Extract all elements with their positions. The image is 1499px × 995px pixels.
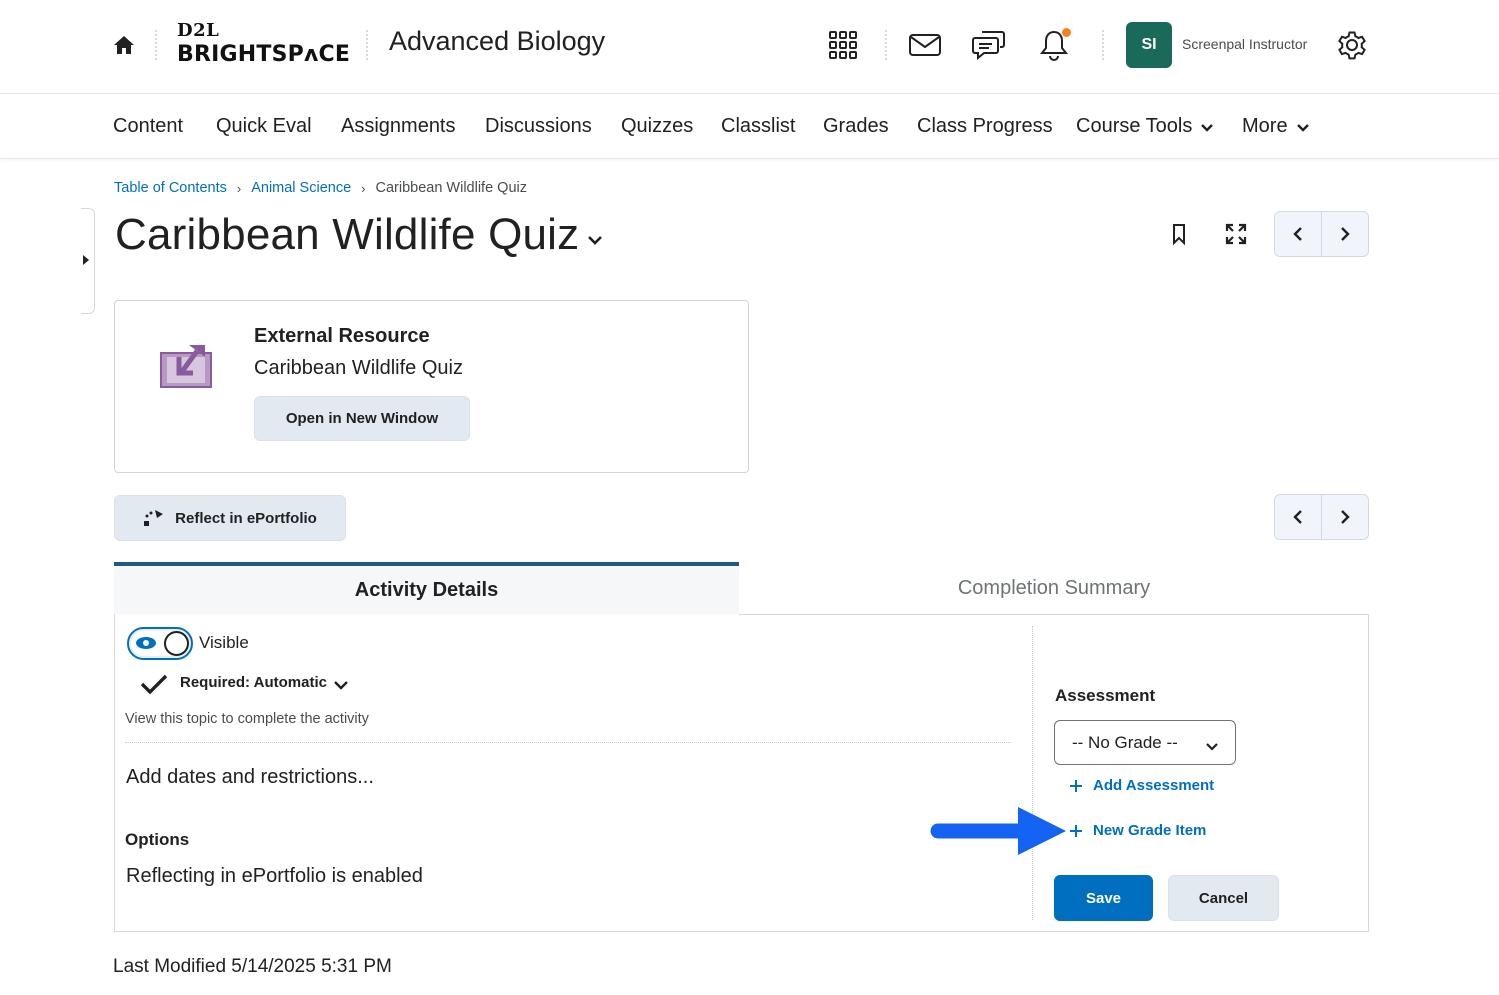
chat-icon[interactable] — [971, 27, 1007, 63]
tab-completion-summary[interactable]: Completion Summary — [739, 562, 1369, 614]
nav-quizzes[interactable]: Quizzes — [621, 115, 693, 138]
notification-dot — [1061, 27, 1072, 38]
panel-divider — [1032, 626, 1033, 920]
nav-assignments[interactable]: Assignments — [341, 115, 456, 138]
course-navbar: Content Quick Eval Assignments Discussio… — [0, 95, 1499, 159]
logo-d2l: D2L — [177, 20, 220, 41]
nav-label: Quick Eval — [216, 115, 312, 137]
header-divider — [1102, 30, 1104, 60]
visibility-label: Visible — [199, 633, 249, 652]
resource-name: Caribbean Wildlife Quiz — [254, 357, 463, 379]
nav-label: Classlist — [721, 115, 796, 137]
chevron-right-icon — [1341, 227, 1350, 241]
chevron-right-icon — [1341, 510, 1350, 524]
reflect-label: Reflect in ePortfolio — [175, 509, 317, 527]
section-divider — [125, 742, 1011, 743]
nav-label: Quizzes — [621, 115, 694, 137]
nav-quick-eval[interactable]: Quick Eval — [216, 115, 312, 138]
header-divider — [366, 30, 368, 60]
title-chevron-down-icon[interactable] — [586, 233, 604, 251]
last-modified: Last Modified 5/14/2025 5:31 PM — [113, 956, 392, 977]
user-name[interactable]: Screenpal Instructor — [1182, 36, 1307, 52]
annotation-arrow-icon — [928, 806, 1068, 861]
next-topic-button[interactable] — [1321, 495, 1368, 539]
chevron-left-icon — [1293, 510, 1302, 524]
app-grid-icon[interactable] — [825, 27, 861, 63]
tab-activity-details[interactable]: Activity Details — [114, 562, 739, 614]
external-resource-icon — [159, 343, 213, 394]
gear-icon[interactable] — [1334, 27, 1370, 63]
chevron-down-icon[interactable] — [332, 678, 350, 696]
bookmark-icon[interactable] — [1168, 222, 1190, 251]
eye-icon — [135, 636, 157, 655]
plus-icon — [1069, 824, 1083, 838]
nav-grades[interactable]: Grades — [823, 115, 889, 138]
new-grade-item-button[interactable]: New Grade Item — [1069, 822, 1206, 839]
previous-topic-button[interactable] — [1275, 212, 1321, 256]
toggle-knob — [164, 631, 189, 656]
top-header: D2L BRIGHTSPʌCE Advanced Biology SI Scre… — [0, 0, 1499, 94]
completion-requirement[interactable]: Required: Automatic — [180, 674, 327, 691]
breadcrumb-separator: › — [236, 180, 242, 196]
assessment-heading: Assessment — [1055, 686, 1156, 705]
nav-label: Class Progress — [917, 115, 1053, 137]
topic-pager-top — [1274, 211, 1369, 257]
resource-type: External Resource — [254, 325, 430, 347]
add-assessment-button[interactable]: Add Assessment — [1069, 777, 1214, 794]
nav-label: Course Tools — [1076, 115, 1193, 137]
new-grade-item-label: New Grade Item — [1093, 822, 1207, 839]
brightspace-logo[interactable]: D2L BRIGHTSPʌCE — [177, 20, 350, 68]
nav-more[interactable]: More — [1242, 115, 1310, 138]
nav-label: Grades — [823, 115, 889, 137]
open-in-new-window-button[interactable]: Open in New Window — [254, 396, 470, 441]
checkmark-icon — [140, 673, 168, 700]
previous-topic-button[interactable] — [1275, 495, 1321, 539]
plus-icon — [1069, 779, 1083, 793]
breadcrumb-separator: › — [361, 180, 366, 196]
nav-label: Discussions — [485, 115, 592, 137]
header-divider — [155, 30, 157, 60]
visibility-toggle[interactable] — [127, 627, 193, 660]
add-assessment-label: Add Assessment — [1093, 777, 1215, 794]
reflect-in-eportfolio-button[interactable]: Reflect in ePortfolio — [114, 495, 346, 541]
chevron-down-icon — [1205, 737, 1219, 757]
topic-pager-bottom — [1274, 494, 1369, 540]
nav-content[interactable]: Content — [113, 115, 183, 138]
nav-label: More — [1242, 115, 1288, 137]
logo-brightspace: BRIGHTSPʌCE — [177, 42, 351, 67]
breadcrumb: Table of Contents › Animal Science › Car… — [114, 180, 527, 196]
breadcrumb-link[interactable]: Table of Contents — [114, 180, 227, 196]
breadcrumb-link[interactable]: Animal Science — [251, 180, 351, 196]
options-eportfolio-status: Reflecting in ePortfolio is enabled — [126, 865, 423, 887]
caret-right-icon — [83, 255, 89, 265]
options-heading: Options — [125, 830, 190, 849]
nav-label: Content — [113, 115, 184, 137]
avatar[interactable]: SI — [1126, 22, 1172, 68]
cancel-button[interactable]: Cancel — [1168, 875, 1279, 921]
nav-class-progress[interactable]: Class Progress — [917, 115, 1053, 138]
add-dates-restrictions-link[interactable]: Add dates and restrictions... — [126, 766, 374, 789]
breadcrumb-current: Caribbean Wildlife Quiz — [375, 180, 527, 196]
requirement-hint: View this topic to complete the activity — [125, 711, 369, 727]
page-title: Caribbean Wildlife Quiz — [115, 210, 580, 259]
nav-discussions[interactable]: Discussions — [485, 115, 592, 138]
grade-select[interactable]: -- No Grade -- — [1054, 720, 1236, 765]
save-button[interactable]: Save — [1054, 875, 1153, 921]
chevron-down-icon — [1296, 115, 1310, 138]
chevron-down-icon — [1200, 115, 1214, 138]
mail-icon[interactable] — [907, 27, 943, 63]
course-title[interactable]: Advanced Biology — [389, 26, 605, 57]
nav-classlist[interactable]: Classlist — [721, 115, 795, 138]
nav-course-tools[interactable]: Course Tools — [1076, 115, 1214, 138]
next-topic-button[interactable] — [1321, 212, 1368, 256]
home-icon[interactable] — [112, 34, 136, 56]
header-divider — [885, 30, 887, 60]
external-resource-card: External Resource Caribbean Wildlife Qui… — [114, 300, 749, 473]
fullscreen-icon[interactable] — [1224, 222, 1248, 251]
nav-label: Assignments — [341, 115, 456, 137]
chevron-left-icon — [1293, 227, 1302, 241]
side-panel-toggle[interactable] — [81, 208, 95, 314]
grade-select-value: -- No Grade -- — [1072, 732, 1178, 752]
eportfolio-icon — [143, 508, 165, 528]
